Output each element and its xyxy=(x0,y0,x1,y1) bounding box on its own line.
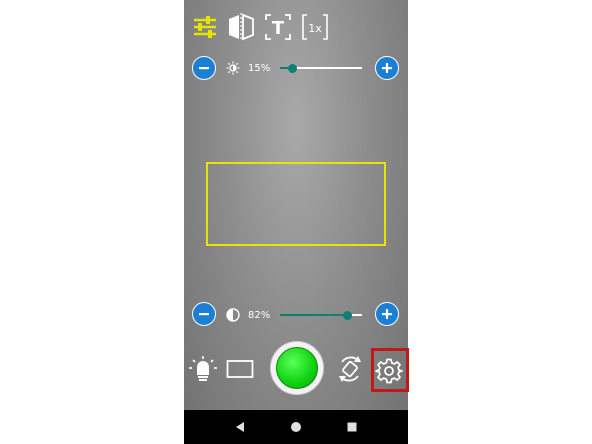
sliders-icon[interactable] xyxy=(192,12,218,42)
shutter-button-inner xyxy=(276,347,318,389)
contrast-value: 82% xyxy=(248,310,271,321)
plus-icon xyxy=(382,63,392,73)
contrast-slider-fill xyxy=(280,314,348,316)
scan-frame xyxy=(206,162,386,246)
home-icon[interactable] xyxy=(290,421,302,433)
text-mode-label: T xyxy=(272,18,285,39)
contrast-icon xyxy=(226,308,240,322)
recents-icon[interactable] xyxy=(346,421,358,433)
zoom-label: 1x xyxy=(308,22,322,35)
plus-icon xyxy=(382,309,392,319)
contrast-decrease-button[interactable] xyxy=(192,302,216,326)
brightness-value: 15% xyxy=(248,63,271,74)
brightness-increase-button[interactable] xyxy=(375,56,399,80)
minus-icon xyxy=(199,313,209,316)
contrast-slider-thumb[interactable] xyxy=(342,310,352,320)
brightness-slider-thumb[interactable] xyxy=(287,63,297,73)
back-icon[interactable] xyxy=(234,421,246,433)
aspect-ratio-icon[interactable] xyxy=(226,359,254,379)
settings-highlight-box xyxy=(371,348,409,392)
minus-icon xyxy=(199,67,209,70)
brightness-icon xyxy=(226,61,240,75)
zoom-1x-icon[interactable]: 1x xyxy=(301,12,329,42)
rotate-icon[interactable] xyxy=(336,354,364,384)
mirror-icon[interactable] xyxy=(227,12,255,42)
light-bulb-icon[interactable] xyxy=(188,355,218,385)
shutter-button[interactable] xyxy=(270,341,324,395)
brightness-decrease-button[interactable] xyxy=(192,56,216,80)
text-mode-icon[interactable]: T xyxy=(264,12,292,42)
contrast-increase-button[interactable] xyxy=(375,302,399,326)
